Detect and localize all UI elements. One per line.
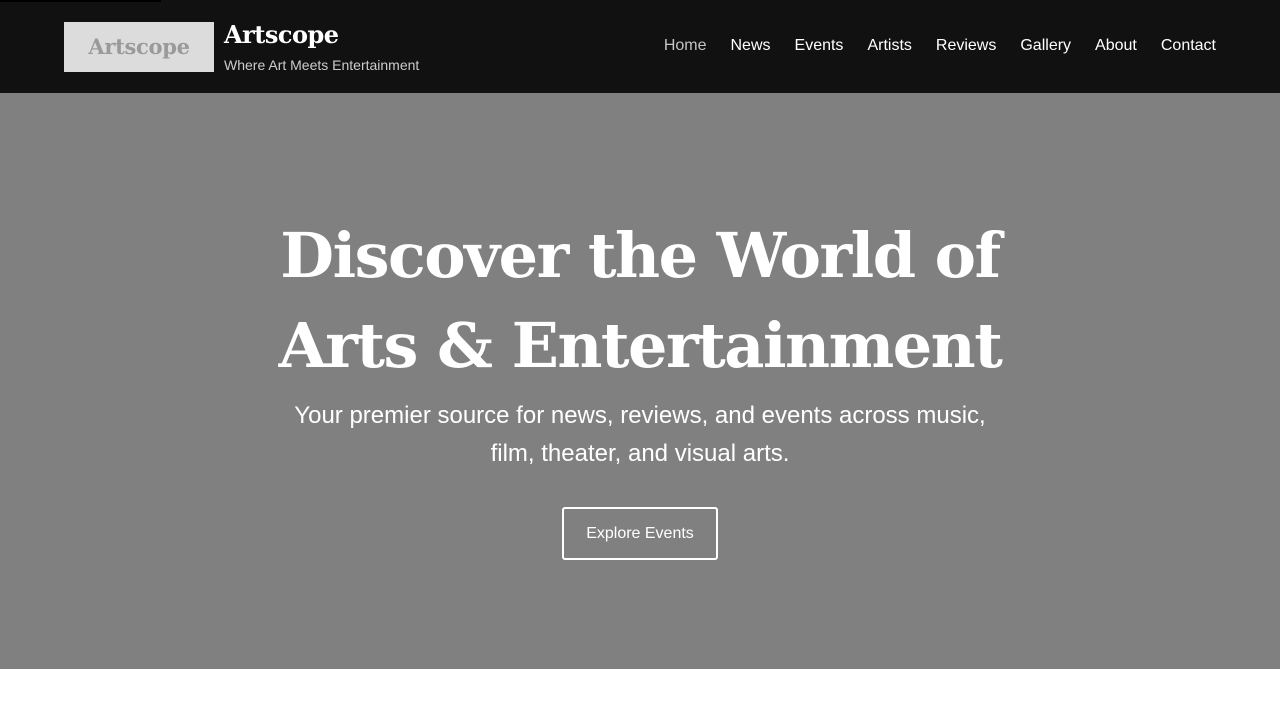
hero-title: Discover the World of Arts & Entertainme… (278, 219, 1003, 382)
hero-subtitle: Your premier source for news, reviews, a… (294, 402, 986, 467)
nav-item-about[interactable]: About (1095, 36, 1137, 56)
site-header: Artscope Artscope Where Art Meets Entert… (0, 0, 1280, 93)
explore-events-button[interactable]: Explore Events (562, 507, 718, 560)
brand-tagline: Where Art Meets Entertainment (224, 57, 420, 73)
nav-item-contact[interactable]: Contact (1161, 36, 1216, 56)
nav-item-news[interactable]: News (731, 36, 771, 56)
skip-link-bar (0, 0, 161, 2)
nav-item-artists[interactable]: Artists (867, 36, 911, 56)
nav-item-home[interactable]: Home (664, 36, 707, 56)
brand-name: Artscope (224, 20, 339, 49)
nav-item-gallery[interactable]: Gallery (1020, 36, 1071, 56)
nav-item-reviews[interactable]: Reviews (936, 36, 996, 56)
main-nav: Home News Events Artists Reviews Gallery… (664, 36, 1216, 56)
site-logo[interactable]: Artscope (64, 22, 214, 72)
nav-item-events[interactable]: Events (795, 36, 844, 56)
hero-section: Discover the World of Arts & Entertainme… (0, 93, 1280, 669)
